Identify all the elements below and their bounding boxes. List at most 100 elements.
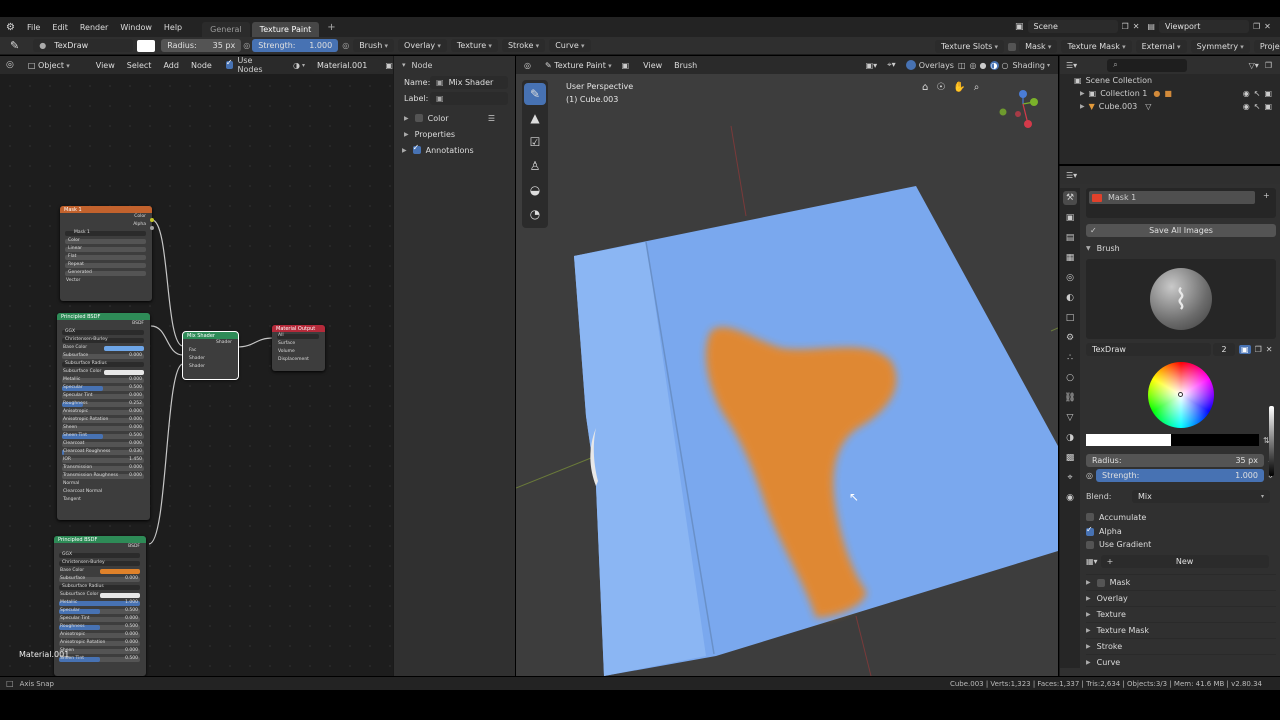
color-wheel[interactable] bbox=[1148, 362, 1214, 428]
overlays-dropdown[interactable]: Overlays bbox=[919, 61, 954, 70]
object-row[interactable]: ▶ ▼ Cube.003 ▽ ◉ ↖ ▣ bbox=[1060, 100, 1280, 113]
object-tab-icon[interactable]: □ bbox=[1063, 311, 1077, 325]
alpha-checkbox[interactable] bbox=[1086, 525, 1094, 536]
overlays-icon[interactable] bbox=[905, 60, 916, 70]
subpanel-curve[interactable]: ▶ Curve bbox=[1086, 654, 1276, 670]
blend-dropdown[interactable]: Mix ▾ bbox=[1132, 490, 1270, 503]
bsdf2-swatch-base-color[interactable] bbox=[100, 568, 140, 574]
particles-tab-icon[interactable]: ∴ bbox=[1063, 351, 1077, 365]
wireframe-shading-icon[interactable]: ◎ bbox=[970, 61, 977, 70]
delete-scene-icon[interactable]: ✕ bbox=[1133, 22, 1140, 31]
physics-tab-icon[interactable]: ○ bbox=[1063, 371, 1077, 385]
filter-icon[interactable]: ▽▾ bbox=[1249, 61, 1259, 70]
material-tab-icon[interactable]: ◑ bbox=[1063, 431, 1077, 445]
bsdf2-row-specular[interactable]: Specular 0.500 bbox=[54, 607, 146, 615]
socket-mask-alpha[interactable] bbox=[150, 226, 154, 230]
annotations-subpanel[interactable]: ▶ Annotations bbox=[394, 142, 515, 158]
color-checkbox[interactable] bbox=[414, 114, 423, 122]
socket-mask-color[interactable] bbox=[150, 218, 154, 222]
data-tab-icon[interactable]: ▽ bbox=[1063, 411, 1077, 425]
strength-pressure-icon[interactable]: ◎ bbox=[342, 41, 349, 50]
mask-toggle-icon[interactable]: ▣ bbox=[622, 61, 630, 70]
use-gradient-checkbox[interactable] bbox=[1086, 540, 1094, 549]
bsdf2-row-base-color[interactable]: Base Color bbox=[54, 567, 146, 575]
properties-type-icon[interactable]: ☰▾ bbox=[1066, 171, 1077, 180]
bsdf1-row-base-color[interactable]: Base Color bbox=[57, 344, 150, 352]
subpanel-texture-mask[interactable]: ▶ Texture Mask bbox=[1086, 622, 1276, 638]
strength-slider[interactable]: Strength: 1.000 bbox=[1095, 469, 1264, 482]
list-icon[interactable]: ☰ bbox=[488, 114, 495, 123]
render-icon[interactable]: ▣ bbox=[1264, 89, 1272, 98]
viewport-menu-view[interactable]: View bbox=[637, 61, 668, 70]
clone-tool-icon[interactable]: ♙ bbox=[524, 155, 546, 177]
blender-logo-icon[interactable]: ⚙ bbox=[6, 22, 15, 33]
menu-edit[interactable]: Edit bbox=[46, 23, 74, 32]
constraints-tab-icon[interactable]: ⛓ bbox=[1063, 391, 1077, 405]
texture-slots-dropdown[interactable]: Texture Slots bbox=[935, 40, 1005, 53]
rendered-shading-icon[interactable]: ○ bbox=[1002, 61, 1009, 70]
menu-help[interactable]: Help bbox=[158, 23, 188, 32]
mask-option-row[interactable]: Repeat bbox=[60, 261, 152, 269]
view-object-types-icon[interactable]: ▣▾ bbox=[866, 61, 878, 70]
accumulate-checkbox[interactable] bbox=[1086, 513, 1094, 521]
material-shading-icon[interactable]: ◑ bbox=[989, 60, 999, 70]
outliner-search[interactable]: ⌕ bbox=[1107, 58, 1188, 72]
bsdf1-row-roughness[interactable]: Roughness 0.252 bbox=[57, 400, 150, 408]
bsdf2-row-subsurface-color[interactable]: Subsurface Color bbox=[54, 591, 146, 599]
view-layer-tab-icon[interactable]: ▦ bbox=[1063, 251, 1077, 265]
bsdf1-row-specular-tint[interactable]: Specular Tint 0.000 bbox=[57, 392, 150, 400]
overlay-dropdown[interactable]: Overlay bbox=[398, 39, 447, 52]
subpanel-overlay[interactable]: ▶ Overlay bbox=[1086, 590, 1276, 606]
unlink-icon[interactable]: ✕ bbox=[1266, 345, 1273, 354]
radius-pressure-icon[interactable]: ◎ bbox=[243, 41, 250, 50]
add-workspace-button[interactable]: + bbox=[327, 22, 335, 33]
pan-hand-icon[interactable]: ✋ bbox=[953, 82, 965, 93]
project-paint-dropdown[interactable]: Project Paint bbox=[1253, 40, 1280, 53]
annotations-checkbox[interactable] bbox=[412, 143, 421, 154]
texture-dropdown[interactable]: Texture bbox=[450, 39, 498, 52]
bsdf1-row-specular[interactable]: Specular 0.500 bbox=[57, 384, 150, 392]
brush-preview[interactable]: ⌇ bbox=[1086, 259, 1276, 339]
subpanel-texture[interactable]: ▶ Texture bbox=[1086, 606, 1276, 622]
radius-field[interactable]: Radius: 35 px bbox=[161, 39, 242, 52]
mask-option-row[interactable]: Flat bbox=[60, 253, 152, 261]
xray-icon[interactable]: ◫ bbox=[958, 61, 966, 70]
outliner-type-icon[interactable]: ☰▾ bbox=[1066, 61, 1077, 70]
menu-window[interactable]: Window bbox=[114, 23, 158, 32]
draw-tool-icon[interactable]: ✎ bbox=[524, 83, 546, 105]
mask-option-row[interactable]: Linear bbox=[60, 245, 152, 253]
node-name-field[interactable]: ▣ Mix Shader bbox=[430, 75, 508, 89]
view-layer-field[interactable]: Viewport bbox=[1158, 20, 1249, 33]
delete-view-layer-icon[interactable]: ✕ bbox=[1264, 22, 1271, 31]
new-palette-button[interactable]: + New bbox=[1100, 555, 1269, 568]
bsdf2-row-christensen-burley[interactable]: Christensen-Burley bbox=[54, 559, 146, 567]
mask-image-selector[interactable]: Mask 1 bbox=[60, 229, 152, 237]
bsdf2-row-metallic[interactable]: Metallic 1.000 bbox=[54, 599, 146, 607]
subpanel-mask[interactable]: ▶ Mask bbox=[1086, 574, 1276, 590]
alpha-row[interactable]: Alpha bbox=[1086, 525, 1276, 538]
principled-bsdf-node-1[interactable]: Principled BSDF BSDF GGX Christensen-Burl… bbox=[57, 313, 150, 520]
bsdf1-swatch-base-color[interactable] bbox=[104, 345, 144, 351]
tab-texture-paint[interactable]: Texture Paint bbox=[251, 22, 320, 37]
bsdf2-row-roughness[interactable]: Roughness 0.500 bbox=[54, 623, 146, 631]
pin-tab-icon[interactable]: ⌖ bbox=[1063, 471, 1077, 485]
radius-slider[interactable]: Radius: 35 px bbox=[1086, 454, 1264, 467]
new-view-layer-icon[interactable]: ❐ bbox=[1253, 22, 1260, 31]
brush-dropdown[interactable]: Brush bbox=[353, 39, 395, 52]
node-editor[interactable]: ◎ □ Object ViewSelectAddNode Use Nodes ◑… bbox=[0, 56, 393, 676]
bsdf1-row-clearcoat-roughness[interactable]: Clearcoat Roughness 0.030 bbox=[57, 448, 150, 456]
scene-field[interactable]: Scene bbox=[1027, 20, 1118, 33]
camera-toggle-icon[interactable]: ☉ bbox=[936, 82, 945, 93]
view-layer-icon[interactable]: ▤ bbox=[1147, 22, 1155, 31]
render-tab-icon[interactable]: ▣ bbox=[1063, 211, 1077, 225]
menu-render[interactable]: Render bbox=[74, 23, 114, 32]
texture-tab-icon[interactable]: ▩ bbox=[1063, 451, 1077, 465]
texture-mask-dropdown[interactable]: Texture Mask bbox=[1061, 40, 1132, 53]
mask-dropdown[interactable]: Mask bbox=[1019, 40, 1058, 53]
mask-tool-icon[interactable]: ◔ bbox=[524, 203, 546, 225]
use-gradient-row[interactable]: Use Gradient bbox=[1086, 538, 1276, 551]
scene-tab-icon[interactable]: ◎ bbox=[1063, 271, 1077, 285]
bsdf1-row-anisotropic-rotation[interactable]: Anisotropic Rotation 0.000 bbox=[57, 416, 150, 424]
bsdf1-row-subsurface[interactable]: Subsurface 0.000 bbox=[57, 352, 150, 360]
bsdf2-row-ggx[interactable]: GGX bbox=[54, 551, 146, 559]
